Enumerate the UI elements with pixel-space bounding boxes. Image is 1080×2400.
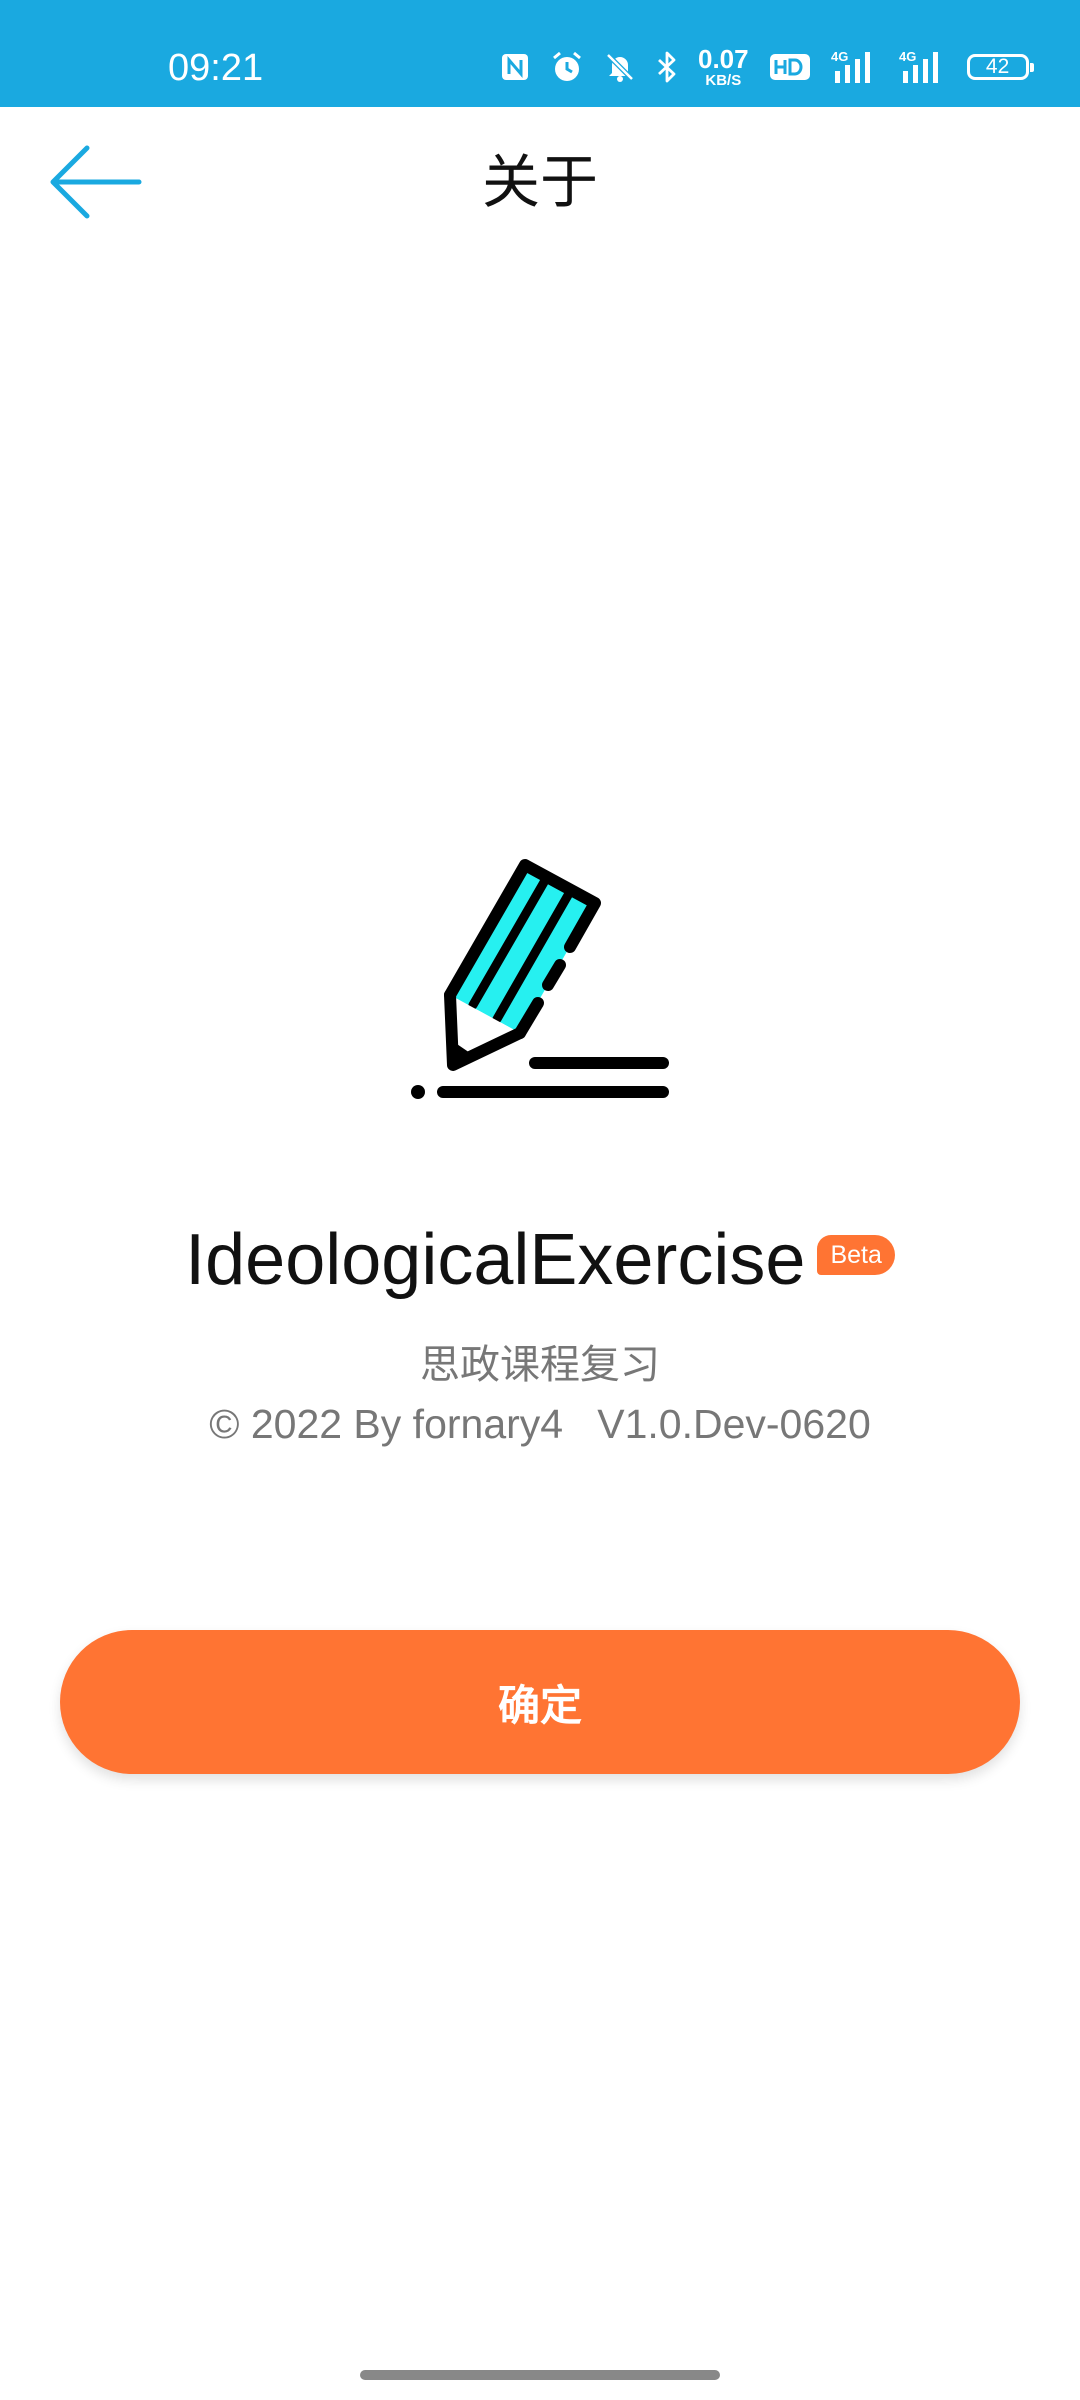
battery-level: 42	[985, 55, 1010, 78]
network-speed-unit: KB/S	[705, 72, 742, 89]
hd-icon	[769, 54, 810, 80]
pencil-icon	[411, 859, 669, 1099]
page-title: 关于	[481, 148, 598, 216]
confirm-button[interactable]: 确定	[60, 1630, 1020, 1774]
app-name-row: IdeologicalExercise Beta	[0, 1215, 1080, 1305]
svg-text:4G: 4G	[831, 49, 848, 64]
confirm-button-label: 确定	[497, 1680, 582, 1730]
battery-icon: 42	[966, 54, 1034, 80]
svg-text:4G: 4G	[899, 49, 916, 64]
copyright-text: © 2022 By fornary4 V1.0.Dev-0620	[209, 1401, 871, 1447]
signal-4g-icon: 4G	[899, 49, 938, 83]
signal-4g-icon: 4G	[831, 49, 870, 83]
beta-badge: Beta	[817, 1235, 895, 1275]
network-speed: 0.07 KB/S	[698, 46, 749, 88]
network-speed-value: 0.07	[698, 44, 749, 74]
mute-icon	[606, 53, 634, 82]
home-indicator[interactable]	[360, 2370, 720, 2380]
status-icons: 0.07 KB/S 4G 4G 42	[500, 44, 1034, 90]
nfc-icon	[502, 54, 528, 80]
status-bar: 09:21 0.07 KB/S 4G 4G 42	[0, 0, 1080, 107]
app-subtitle: 思政课程复习	[420, 1342, 660, 1388]
status-time: 09:21	[168, 47, 264, 89]
header: 关于	[0, 107, 1080, 257]
bluetooth-icon	[658, 51, 676, 83]
app-name: IdeologicalExercise	[185, 1220, 806, 1300]
alarm-icon	[553, 51, 581, 81]
